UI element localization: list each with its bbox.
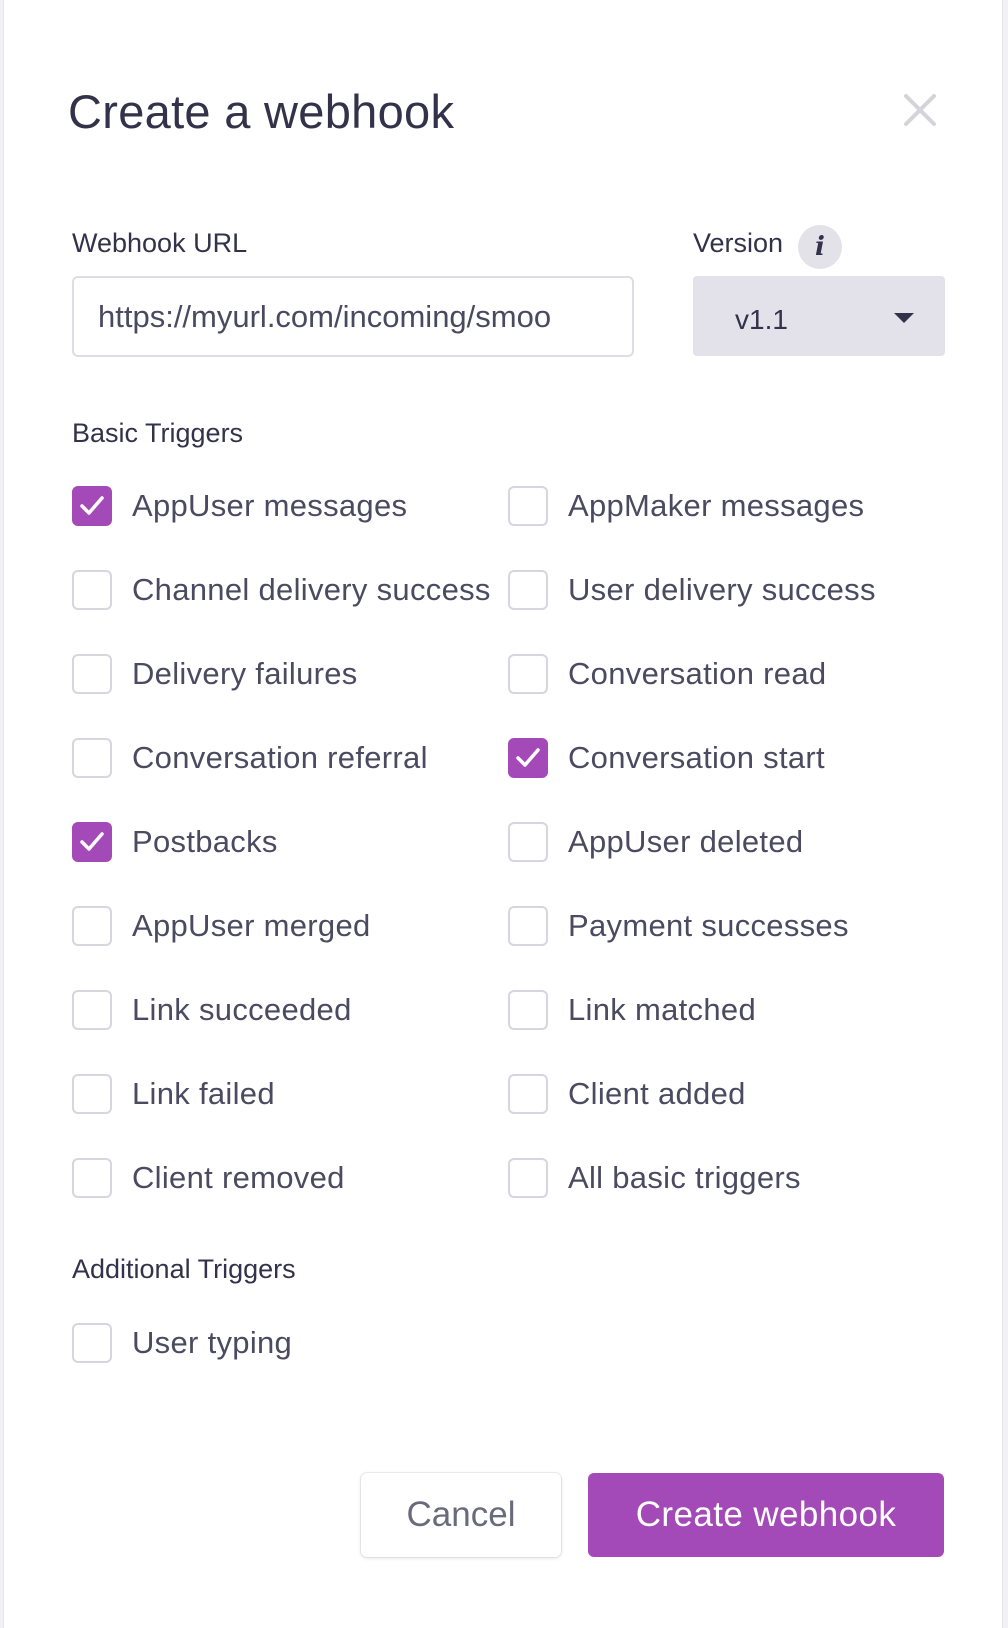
checkbox-checked[interactable] xyxy=(72,822,112,862)
trigger-checkbox[interactable]: Link failed xyxy=(72,1073,275,1115)
checkbox-unchecked[interactable] xyxy=(72,654,112,694)
trigger-label: All basic triggers xyxy=(568,1160,801,1195)
checkbox-unchecked[interactable] xyxy=(72,1323,112,1363)
trigger-checkbox[interactable]: Postbacks xyxy=(72,821,278,863)
trigger-checkbox[interactable]: AppMaker messages xyxy=(508,485,864,527)
checkbox-unchecked[interactable] xyxy=(72,990,112,1030)
trigger-checkbox[interactable]: Channel delivery success xyxy=(72,569,491,611)
additional-triggers-title: Additional Triggers xyxy=(72,1254,296,1284)
trigger-checkbox[interactable]: Client added xyxy=(508,1073,746,1115)
trigger-checkbox[interactable]: Link succeeded xyxy=(72,989,352,1031)
trigger-label: AppUser deleted xyxy=(568,824,804,859)
checkbox-unchecked[interactable] xyxy=(72,738,112,778)
trigger-label: Delivery failures xyxy=(132,656,358,691)
checkbox-unchecked[interactable] xyxy=(508,990,548,1030)
trigger-label: Payment successes xyxy=(568,908,849,943)
checkbox-unchecked[interactable] xyxy=(508,822,548,862)
trigger-checkbox[interactable]: Conversation referral xyxy=(72,737,428,779)
trigger-label: Link succeeded xyxy=(132,992,352,1027)
trigger-label: Channel delivery success xyxy=(132,572,491,607)
checkbox-unchecked[interactable] xyxy=(508,654,548,694)
close-icon[interactable] xyxy=(900,90,940,130)
create-webhook-button[interactable]: Create webhook xyxy=(588,1473,944,1557)
trigger-checkbox[interactable]: Delivery failures xyxy=(72,653,358,695)
checkmark-icon xyxy=(516,748,540,767)
trigger-label: AppUser messages xyxy=(132,488,408,523)
trigger-checkbox[interactable]: AppUser merged xyxy=(72,905,371,947)
trigger-label: AppMaker messages xyxy=(568,488,865,523)
checkbox-unchecked[interactable] xyxy=(72,1074,112,1114)
checkbox-checked[interactable] xyxy=(508,738,548,778)
trigger-label: AppUser merged xyxy=(132,908,371,943)
trigger-checkbox[interactable]: AppUser deleted xyxy=(508,821,803,863)
info-icon[interactable]: i xyxy=(798,225,842,269)
version-select[interactable]: v1.1 xyxy=(693,276,945,356)
trigger-label: Conversation referral xyxy=(132,740,428,775)
trigger-checkbox[interactable]: All basic triggers xyxy=(508,1157,801,1199)
trigger-label: Link matched xyxy=(568,992,756,1027)
checkbox-unchecked[interactable] xyxy=(72,1158,112,1198)
webhook-url-label: Webhook URL xyxy=(72,228,248,258)
trigger-checkbox[interactable]: Payment successes xyxy=(508,905,849,947)
create-webhook-dialog: Create a webhook Webhook URL Version i v… xyxy=(4,0,1002,1628)
cancel-button[interactable]: Cancel xyxy=(361,1473,561,1557)
trigger-label: User typing xyxy=(132,1325,293,1360)
trigger-label: Conversation start xyxy=(568,740,825,775)
trigger-checkbox[interactable]: Conversation start xyxy=(508,737,825,779)
basic-triggers-title: Basic Triggers xyxy=(72,418,244,448)
checkbox-unchecked[interactable] xyxy=(508,570,548,610)
trigger-label: Link failed xyxy=(132,1076,275,1111)
trigger-checkbox[interactable]: Client removed xyxy=(72,1157,345,1199)
checkbox-checked[interactable] xyxy=(72,486,112,526)
version-select-value: v1.1 xyxy=(735,304,788,335)
webhook-url-input[interactable] xyxy=(72,276,634,357)
checkbox-unchecked[interactable] xyxy=(72,906,112,946)
checkbox-unchecked[interactable] xyxy=(72,570,112,610)
trigger-label: Postbacks xyxy=(132,824,278,859)
checkbox-unchecked[interactable] xyxy=(508,1158,548,1198)
dialog-title: Create a webhook xyxy=(68,85,455,138)
trigger-checkbox[interactable]: User typing xyxy=(72,1322,292,1364)
trigger-label: User delivery success xyxy=(568,572,876,607)
chevron-down-icon xyxy=(894,313,914,323)
checkmark-icon xyxy=(80,496,104,515)
checkbox-unchecked[interactable] xyxy=(508,1074,548,1114)
trigger-checkbox[interactable]: Conversation read xyxy=(508,653,826,695)
trigger-label: Conversation read xyxy=(568,656,827,691)
trigger-checkbox[interactable]: User delivery success xyxy=(508,569,876,611)
trigger-label: Client removed xyxy=(132,1160,345,1195)
version-label: Version xyxy=(693,228,784,258)
trigger-label: Client added xyxy=(568,1076,746,1111)
trigger-checkbox[interactable]: Link matched xyxy=(508,989,756,1031)
checkbox-unchecked[interactable] xyxy=(508,906,548,946)
checkbox-unchecked[interactable] xyxy=(508,486,548,526)
trigger-checkbox[interactable]: AppUser messages xyxy=(72,485,407,527)
checkmark-icon xyxy=(80,832,104,851)
